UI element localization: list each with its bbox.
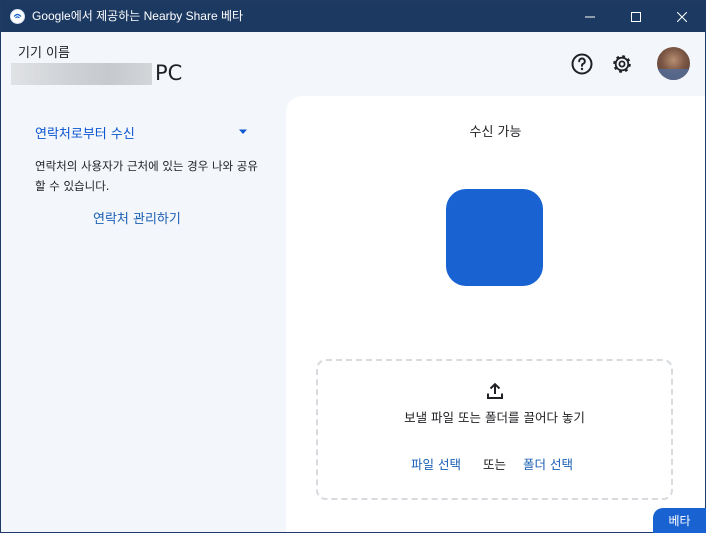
file-drop-zone[interactable]: 보낼 파일 또는 폴더를 끌어다 놓기 파일 선택 또는 폴더 선택 (316, 359, 673, 500)
upload-icon (487, 383, 503, 399)
select-folder-button[interactable]: 폴더 선택 (523, 454, 573, 473)
device-name-label: 기기 이름 (18, 46, 70, 61)
maximize-button[interactable] (613, 1, 659, 32)
device-tile (446, 189, 543, 286)
nearby-share-app-icon (10, 9, 25, 24)
minimize-button[interactable] (567, 1, 613, 32)
window-title: Google에서 제공하는 Nearby Share 베타 (32, 9, 244, 23)
close-button[interactable] (659, 1, 705, 32)
help-icon[interactable] (570, 52, 594, 76)
beta-badge[interactable]: 베타 (653, 508, 706, 533)
device-name-suffix: PC (155, 61, 183, 85)
minimize-icon (585, 16, 595, 17)
redacted-device-name (11, 63, 152, 85)
or-label: 또는 (483, 457, 507, 472)
sidebar: 연락처로부터 수신 연락처의 사용자가 근처에 있는 경우 나와 공유할 수 있… (1, 96, 286, 532)
chevron-down-icon (239, 129, 247, 134)
manage-contacts-link[interactable]: 연락처 관리하기 (93, 208, 181, 227)
visibility-dropdown[interactable]: 연락처로부터 수신 (35, 123, 250, 143)
avatar[interactable] (657, 47, 690, 80)
drop-instructions: 보낼 파일 또는 폴더를 끌어다 놓기 (404, 410, 585, 425)
title-bar[interactable]: Google에서 제공하는 Nearby Share 베타 (1, 1, 705, 32)
maximize-icon (631, 11, 641, 22)
app-header: 기기 이름 PC (1, 32, 705, 96)
receive-status: 수신 가능 (469, 125, 522, 140)
select-file-button[interactable]: 파일 선택 (411, 454, 461, 473)
visibility-selected-value: 연락처로부터 수신 (35, 127, 135, 142)
main-panel: 수신 가능 보낼 파일 또는 폴더를 끌어다 놓기 파일 선택 또는 폴더 선택 (286, 96, 705, 532)
gear-icon[interactable] (610, 52, 634, 76)
visibility-description: 연락처의 사용자가 근처에 있는 경우 나와 공유할 수 있습니다. (35, 159, 258, 193)
close-icon (677, 11, 687, 22)
app-window: Google에서 제공하는 Nearby Share 베타 기기 이름 PC 연… (0, 0, 706, 533)
